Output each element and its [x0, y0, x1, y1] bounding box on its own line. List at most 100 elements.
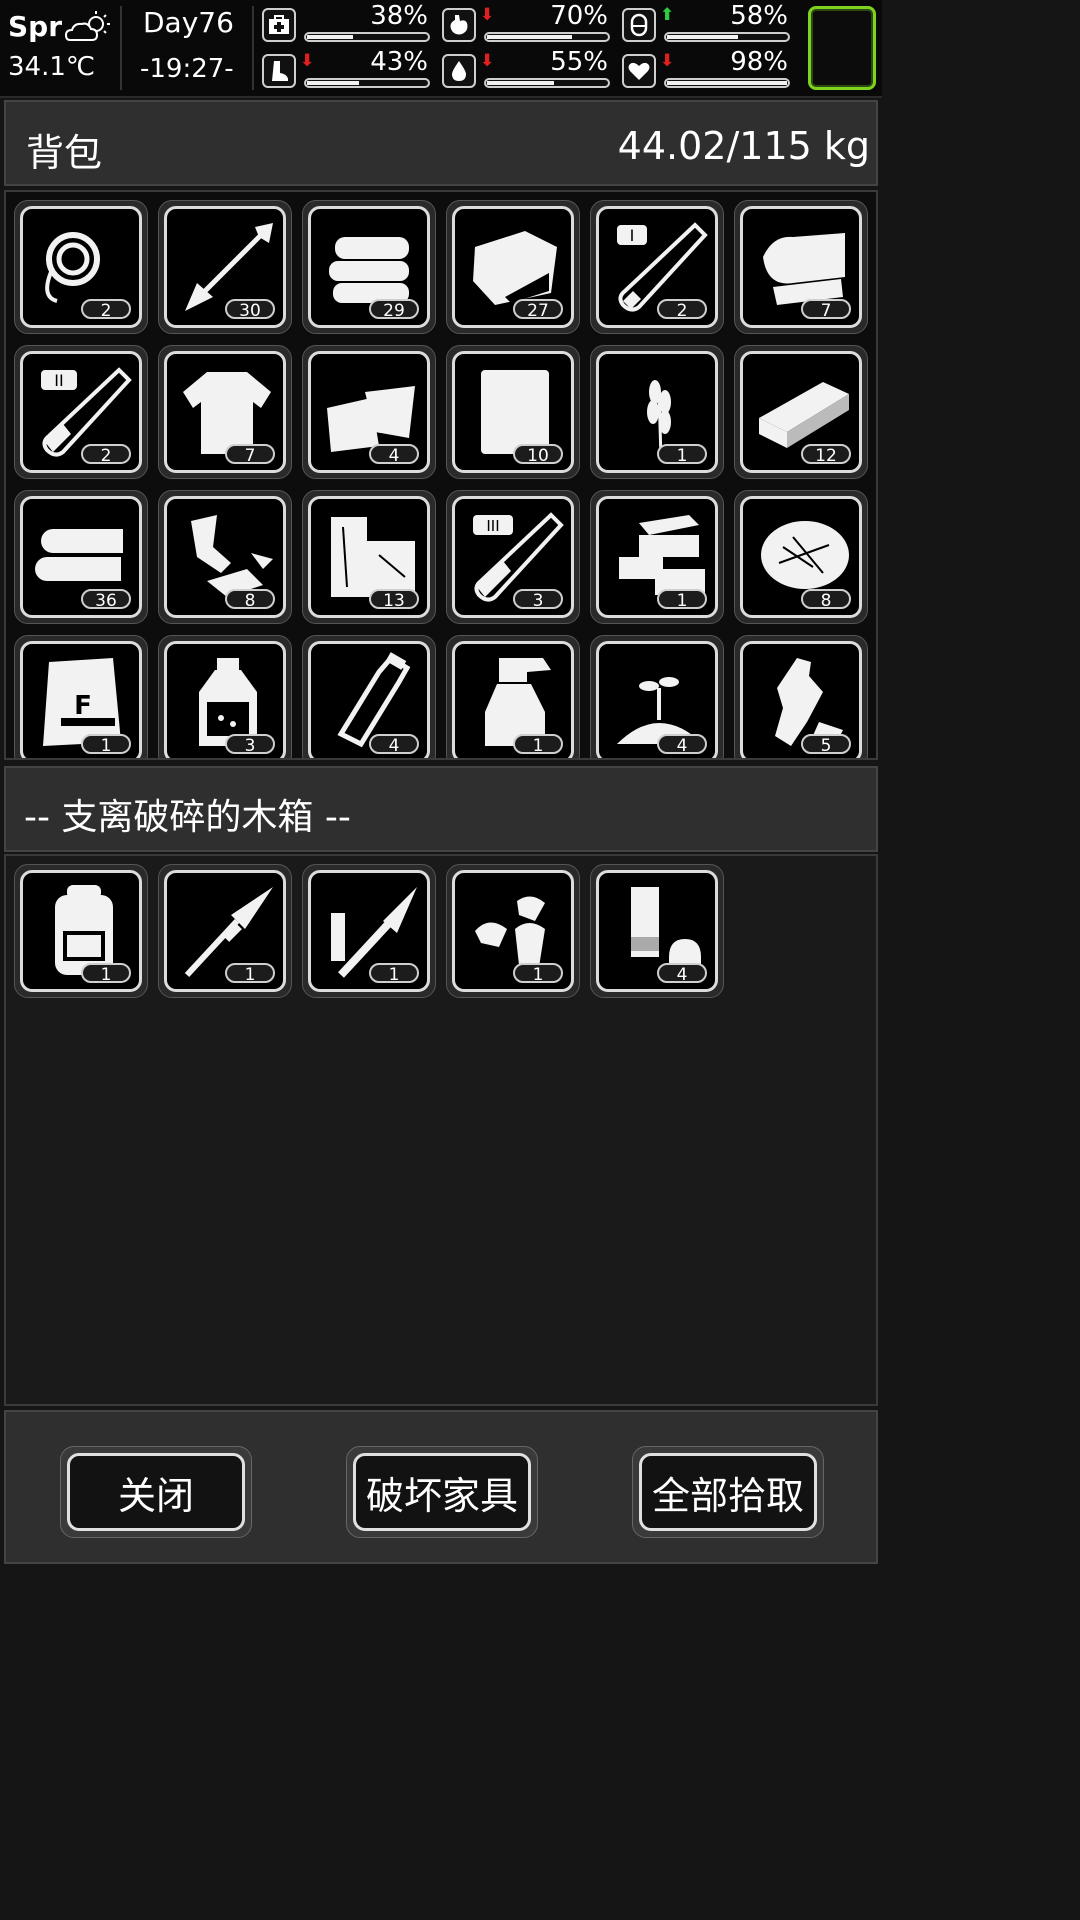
backpack-item-slot[interactable]: II 2 [14, 345, 148, 479]
item-quantity: 7 [801, 299, 851, 321]
backpack-item-slot[interactable]: III 3 [446, 490, 580, 624]
mood-value: 98% [730, 47, 788, 77]
close-button[interactable]: 关闭 [60, 1446, 252, 1538]
container-header: -- 支离破碎的木箱 -- [4, 766, 878, 852]
backpack-item-slot[interactable]: 8 [158, 490, 292, 624]
item-quantity: 10 [513, 444, 563, 466]
backpack-item-slot[interactable]: 13 [302, 490, 436, 624]
backpack-item-slot[interactable]: 5 [734, 635, 868, 758]
backpack-item-slot[interactable]: 1 [590, 490, 724, 624]
destroy-furniture-button[interactable]: 破坏家具 [346, 1446, 538, 1538]
slot-frame: 5 [740, 641, 862, 758]
slot-frame: 13 [308, 496, 430, 618]
hud-divider [120, 6, 122, 90]
slot-frame: 1 [164, 870, 286, 992]
backpack-item-slot[interactable]: 27 [446, 200, 580, 334]
backpack-item-slot[interactable]: 4 [302, 635, 436, 758]
foot-icon [262, 54, 296, 88]
thirst-value: 55% [550, 47, 608, 77]
container-item-slot[interactable]: 1 [446, 864, 580, 998]
energy-capsule-icon [622, 8, 656, 42]
mood-bar [664, 78, 790, 88]
backpack-item-slot[interactable]: 29 [302, 200, 436, 334]
svg-text:I: I [630, 226, 635, 245]
backpack-item-slot[interactable]: 12 [734, 345, 868, 479]
container-item-slot[interactable]: 1 [158, 864, 292, 998]
mood-gauge: ⬇ 98% [622, 47, 794, 90]
health-gauge: 38% [262, 1, 434, 44]
backpack-item-slot[interactable]: 2 [14, 200, 148, 334]
backpack-item-slot[interactable]: 8 [734, 490, 868, 624]
trend-arrow: ⬇ [480, 5, 495, 25]
backpack-grid[interactable]: 2 30 29 27 I 2 7 II 2 7 4 10 1 12 36 8 13 III 3 1 8 F 1 3 4 1 4 5 [4, 190, 878, 760]
item-quantity: 1 [81, 963, 131, 985]
svg-text:F: F [74, 691, 92, 721]
slot-frame: 2 [20, 206, 142, 328]
item-quantity: 4 [657, 734, 707, 756]
energy-bar [664, 32, 790, 42]
item-quantity: 4 [657, 963, 707, 985]
health-value: 38% [370, 1, 428, 31]
backpack-item-slot[interactable]: 1 [446, 635, 580, 758]
trend-arrow: ⬆ [660, 5, 675, 25]
backpack-item-slot[interactable]: 30 [158, 200, 292, 334]
item-quantity: 13 [369, 589, 419, 611]
slot-frame: 27 [452, 206, 574, 328]
backpack-item-slot[interactable]: 7 [734, 200, 868, 334]
pickup-all-button-label: 全部拾取 [639, 1453, 817, 1531]
slot-frame: 4 [596, 870, 718, 992]
slot-frame: 1 [596, 496, 718, 618]
container-item-slot[interactable]: 1 [14, 864, 148, 998]
slot-frame: 4 [596, 641, 718, 758]
item-quantity: 30 [225, 299, 275, 321]
slot-frame: 3 [164, 641, 286, 758]
slot-frame: 1 [452, 641, 574, 758]
stomach-icon [442, 8, 476, 42]
slot-frame: 12 [740, 351, 862, 473]
container-item-slot[interactable]: 4 [590, 864, 724, 998]
backpack-item-slot[interactable]: I2 [590, 200, 724, 334]
time-readout: -19:27- [140, 54, 234, 84]
backpack-item-slot[interactable]: 4 [590, 635, 724, 758]
thirst-bar [484, 78, 610, 88]
item-quantity: 1 [81, 734, 131, 756]
trend-arrow: ⬇ [660, 51, 675, 71]
item-quantity: 1 [225, 963, 275, 985]
backpack-item-slot[interactable]: 3 [158, 635, 292, 758]
item-quantity: 2 [81, 444, 131, 466]
health-bar [304, 32, 430, 42]
item-quantity: 4 [369, 444, 419, 466]
hunger-gauge: ⬇ 70% [442, 1, 614, 44]
backpack-title: 背包 [26, 131, 103, 175]
backpack-item-slot[interactable]: 7 [158, 345, 292, 479]
character-preview-button[interactable] [808, 6, 876, 90]
container-item-slot[interactable]: 1 [302, 864, 436, 998]
item-quantity: 29 [369, 299, 419, 321]
backpack-item-slot[interactable]: 1 [590, 345, 724, 479]
item-quantity: 4 [369, 734, 419, 756]
slot-frame: 7 [164, 351, 286, 473]
backpack-item-slot[interactable]: F1 [14, 635, 148, 758]
medkit-icon [262, 8, 296, 42]
container-title: -- 支离破碎的木箱 -- [24, 797, 351, 838]
item-quantity: 8 [801, 589, 851, 611]
slot-frame: 8 [740, 496, 862, 618]
backpack-item-slot[interactable]: 4 [302, 345, 436, 479]
slot-frame: 1 [452, 870, 574, 992]
item-quantity: 27 [513, 299, 563, 321]
svg-text:III: III [486, 517, 499, 535]
stamina-gauge: ⬇ 43% [262, 47, 434, 90]
slot-frame: 8 [164, 496, 286, 618]
day-counter: Day76 [143, 6, 234, 39]
item-quantity: 5 [801, 734, 851, 756]
slot-frame: 1 [20, 870, 142, 992]
trend-arrow: ⬇ [480, 51, 495, 71]
backpack-item-slot[interactable]: 10 [446, 345, 580, 479]
hunger-bar [484, 32, 610, 42]
container-grid[interactable]: 1 1 1 1 4 [4, 854, 878, 1406]
slot-frame: 1 [308, 870, 430, 992]
pickup-all-button[interactable]: 全部拾取 [632, 1446, 824, 1538]
water-drop-icon [442, 54, 476, 88]
backpack-item-slot[interactable]: 36 [14, 490, 148, 624]
slot-frame: III 3 [452, 496, 574, 618]
